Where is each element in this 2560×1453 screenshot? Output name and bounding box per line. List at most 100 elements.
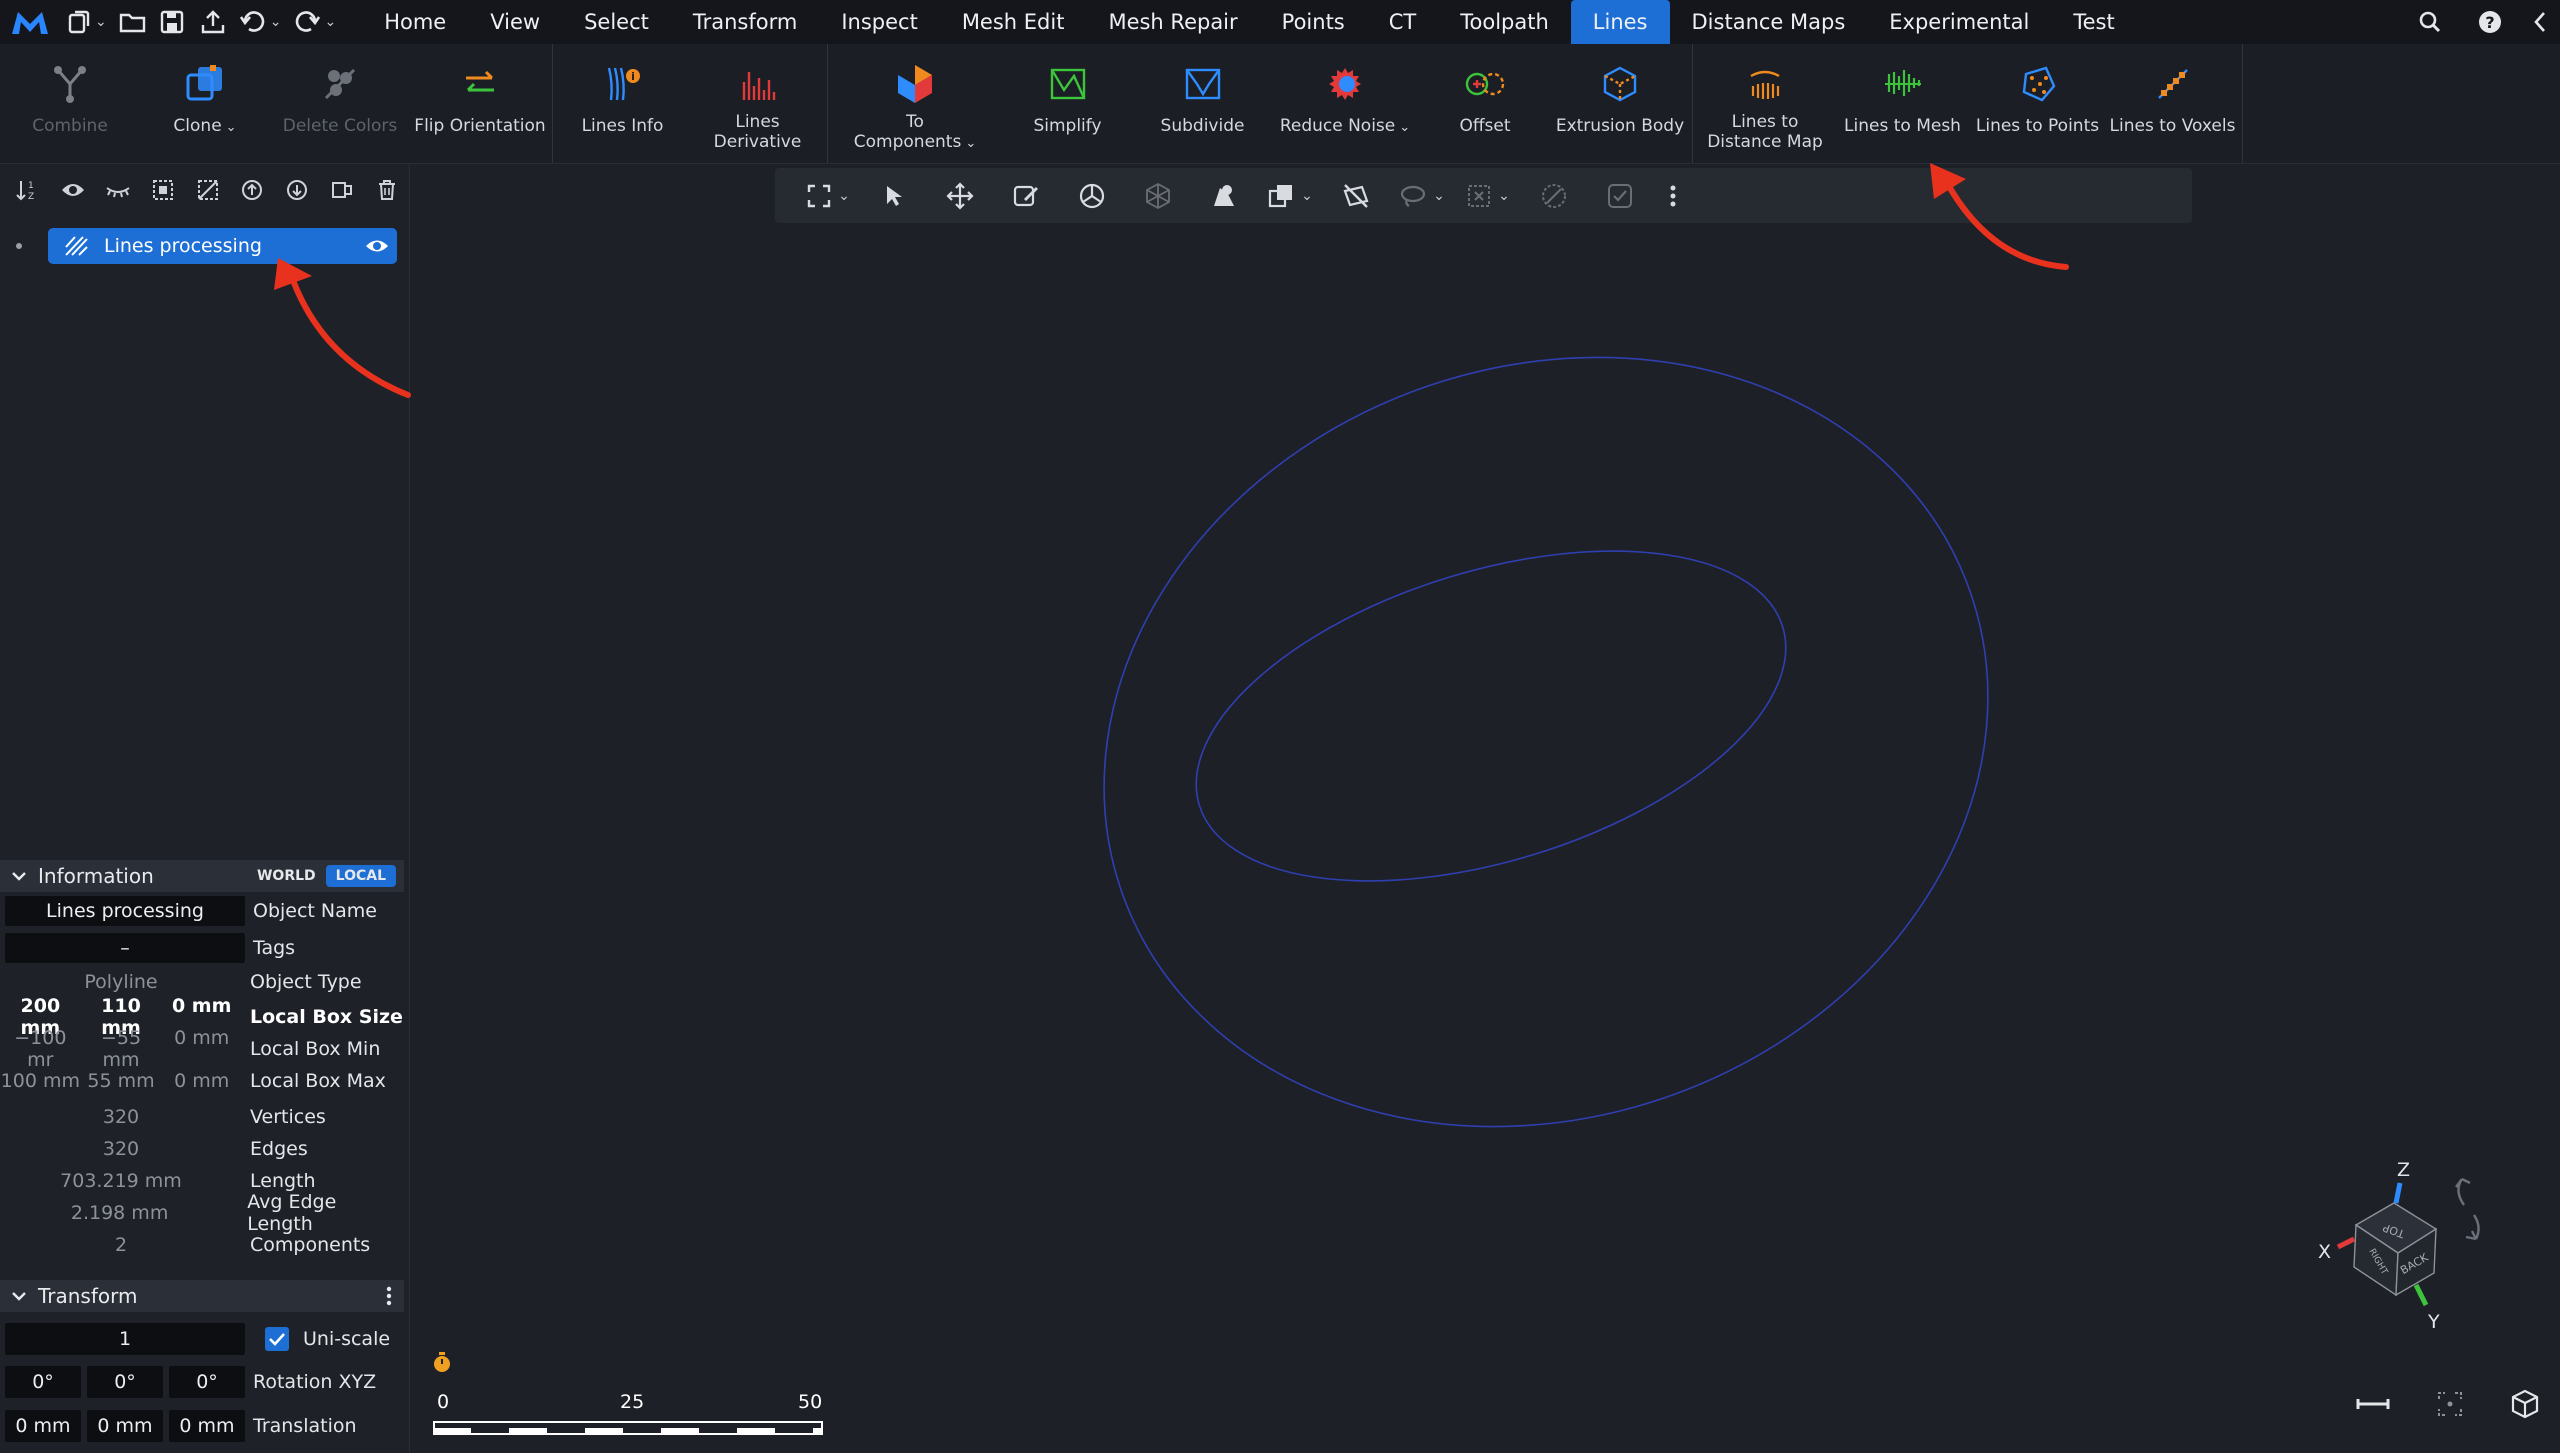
chevron-down-icon[interactable] [0, 870, 38, 882]
local-toggle[interactable]: LOCAL [325, 865, 396, 887]
select-cursor-icon[interactable] [861, 168, 927, 223]
clone-icon [183, 62, 227, 106]
to-components-button[interactable]: To Components ⌄ [830, 44, 1000, 163]
tab-mesh-repair[interactable]: Mesh Repair [1086, 0, 1259, 44]
open-folder-icon[interactable] [113, 0, 153, 44]
deselect-all-icon[interactable] [185, 165, 230, 215]
chevron-down-icon[interactable] [0, 1290, 38, 1302]
rotate-cw-icon[interactable] [2465, 1214, 2480, 1241]
stopwatch-icon[interactable] [431, 1350, 453, 1378]
edit-brush-icon[interactable] [993, 168, 1059, 223]
flip-orientation-button[interactable]: Flip Orientation [410, 44, 550, 163]
tab-inspect[interactable]: Inspect [819, 0, 939, 44]
mesh-select-icon[interactable] [1125, 168, 1191, 223]
fit-view-icon[interactable]: ⌄ [795, 168, 861, 223]
measure-icon[interactable] [2356, 1396, 2390, 1416]
tab-distance-maps[interactable]: Distance Maps [1670, 0, 1868, 44]
tab-test[interactable]: Test [2051, 0, 2136, 44]
delete-colors-button[interactable]: Delete Colors [270, 44, 410, 163]
clone-label: Clone [173, 116, 222, 136]
redo-icon[interactable]: ⌄ [287, 0, 342, 44]
rotate-icon[interactable] [1059, 168, 1125, 223]
lines-to-points-button[interactable]: Lines to Points [1970, 44, 2105, 163]
tab-mesh-edit[interactable]: Mesh Edit [940, 0, 1087, 44]
collapse-icon[interactable] [2520, 0, 2560, 44]
transform-header[interactable]: Transform [0, 1280, 404, 1312]
clear-selection-icon[interactable] [1521, 168, 1587, 223]
tab-select[interactable]: Select [562, 0, 671, 44]
undo-icon[interactable]: ⌄ [233, 0, 288, 44]
apply-check-icon[interactable] [1587, 168, 1653, 223]
lines-to-mesh-button[interactable]: Lines to Mesh [1835, 44, 1970, 163]
move-up-icon[interactable] [230, 165, 275, 215]
move-icon[interactable] [927, 168, 993, 223]
move-down-icon[interactable] [275, 165, 320, 215]
tab-ct[interactable]: CT [1367, 0, 1439, 44]
tab-view[interactable]: View [468, 0, 562, 44]
lasso-icon[interactable]: ⌄ [1389, 168, 1455, 223]
rotation-x-input[interactable]: 0° [5, 1366, 81, 1398]
tab-toolpath[interactable]: Toolpath [1438, 0, 1571, 44]
save-icon[interactable] [153, 0, 193, 44]
new-file-icon[interactable]: ⌄ [60, 0, 113, 44]
box-max-z: 0 mm [174, 1070, 230, 1092]
translation-y-input[interactable]: 0 mm [87, 1410, 163, 1442]
rotate-ccw-icon[interactable] [2455, 1177, 2471, 1206]
rotation-z-input[interactable]: 0° [169, 1366, 245, 1398]
extrusion-body-button[interactable]: Extrusion Body [1550, 44, 1690, 163]
tags-field[interactable]: – [5, 933, 245, 963]
combine-button[interactable]: Combine [0, 44, 140, 163]
lines-to-distance-map-button[interactable]: Lines to Distance Map [1695, 44, 1835, 163]
rotation-y-input[interactable]: 0° [87, 1366, 163, 1398]
reduce-noise-button[interactable]: Reduce Noise ⌄ [1270, 44, 1420, 163]
export-icon[interactable] [193, 0, 233, 44]
lines-to-voxels-button[interactable]: Lines to Voxels [2105, 44, 2240, 163]
box-select-icon[interactable]: ⌄ [1455, 168, 1521, 223]
help-icon[interactable]: ? [2460, 0, 2520, 44]
scene-object-item[interactable]: Lines processing [48, 228, 397, 264]
camera-icon[interactable] [1191, 168, 1257, 223]
scale-input[interactable]: 1 [5, 1323, 245, 1355]
chevron-down-icon[interactable]: ⌄ [965, 136, 976, 151]
uniscale-checkbox[interactable] [265, 1327, 289, 1351]
search-icon[interactable] [2400, 0, 2460, 44]
chevron-down-icon[interactable]: ⌄ [1399, 120, 1410, 135]
translation-z-input[interactable]: 0 mm [169, 1410, 245, 1442]
sort-icon[interactable]: 1Z [6, 165, 51, 215]
world-toggle[interactable]: WORLD [246, 865, 326, 887]
lines-derivative-button[interactable]: Lines Derivative [690, 44, 825, 163]
more-options-icon[interactable] [1653, 168, 1693, 223]
select-all-icon[interactable] [140, 165, 185, 215]
more-options-icon[interactable] [374, 1286, 404, 1306]
lines-to-mesh-icon [1881, 62, 1925, 106]
offset-button[interactable]: Offset [1420, 44, 1550, 163]
tab-lines[interactable]: Lines [1570, 0, 1670, 44]
tab-experimental[interactable]: Experimental [1867, 0, 2051, 44]
focus-frame-icon[interactable] [2436, 1390, 2464, 1422]
tab-points[interactable]: Points [1260, 0, 1367, 44]
view-cube[interactable]: TOP BACK RIGHT Z X Y [2296, 1155, 2516, 1345]
app-logo-icon[interactable] [0, 0, 60, 44]
object-name-field[interactable]: Lines processing [5, 896, 245, 926]
clone-button[interactable]: Clone ⌄ [140, 44, 270, 163]
hide-faces-icon[interactable] [1323, 168, 1389, 223]
clone-view-icon[interactable]: ⌄ [1257, 168, 1323, 223]
3d-viewport[interactable]: ⌄ ⌄ ⌄ ⌄ 0 25 50 TOP BACK RIGHT Z X Y [411, 165, 2560, 1453]
scene-object-name: Lines processing [104, 235, 262, 257]
tab-transform[interactable]: Transform [671, 0, 819, 44]
visibility-eye-icon[interactable] [357, 237, 397, 255]
lines-to-voxels-icon [2151, 62, 2195, 106]
lines-info-button[interactable]: i Lines Info [555, 44, 690, 163]
show-all-icon[interactable] [51, 165, 96, 215]
group-icon[interactable] [319, 165, 364, 215]
chevron-down-icon[interactable]: ⌄ [226, 120, 237, 135]
delete-icon[interactable] [364, 165, 409, 215]
information-header[interactable]: Information WORLD LOCAL [0, 860, 404, 892]
subdivide-button[interactable]: Subdivide [1135, 44, 1270, 163]
tab-home[interactable]: Home [362, 0, 468, 44]
simplify-button[interactable]: Simplify [1000, 44, 1135, 163]
hide-all-icon[interactable] [96, 165, 141, 215]
translation-x-input[interactable]: 0 mm [5, 1410, 81, 1442]
combine-icon [48, 62, 92, 106]
view-cube-toggle-icon[interactable] [2510, 1389, 2540, 1423]
